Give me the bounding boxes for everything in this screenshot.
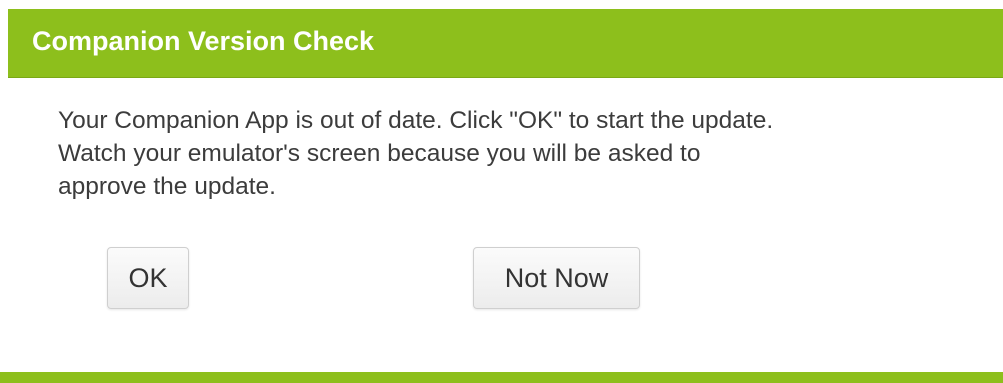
message-line-3: approve the update.	[58, 173, 276, 200]
not-now-button[interactable]: Not Now	[473, 247, 640, 309]
dialog-header: Companion Version Check	[8, 9, 1003, 78]
ok-button[interactable]: OK	[107, 247, 189, 309]
dialog-top-strip	[0, 0, 1003, 9]
companion-version-dialog: Companion Version Check Your Companion A…	[0, 0, 1003, 383]
message-line-1: Your Companion App is out of date. Click…	[58, 107, 774, 134]
dialog-message: Your Companion App is out of date. Click…	[58, 104, 958, 203]
dialog-title: Companion Version Check	[32, 26, 375, 56]
dialog-bottom-bar	[0, 372, 1003, 383]
message-line-2: Watch your emulator's screen because you…	[58, 140, 701, 167]
